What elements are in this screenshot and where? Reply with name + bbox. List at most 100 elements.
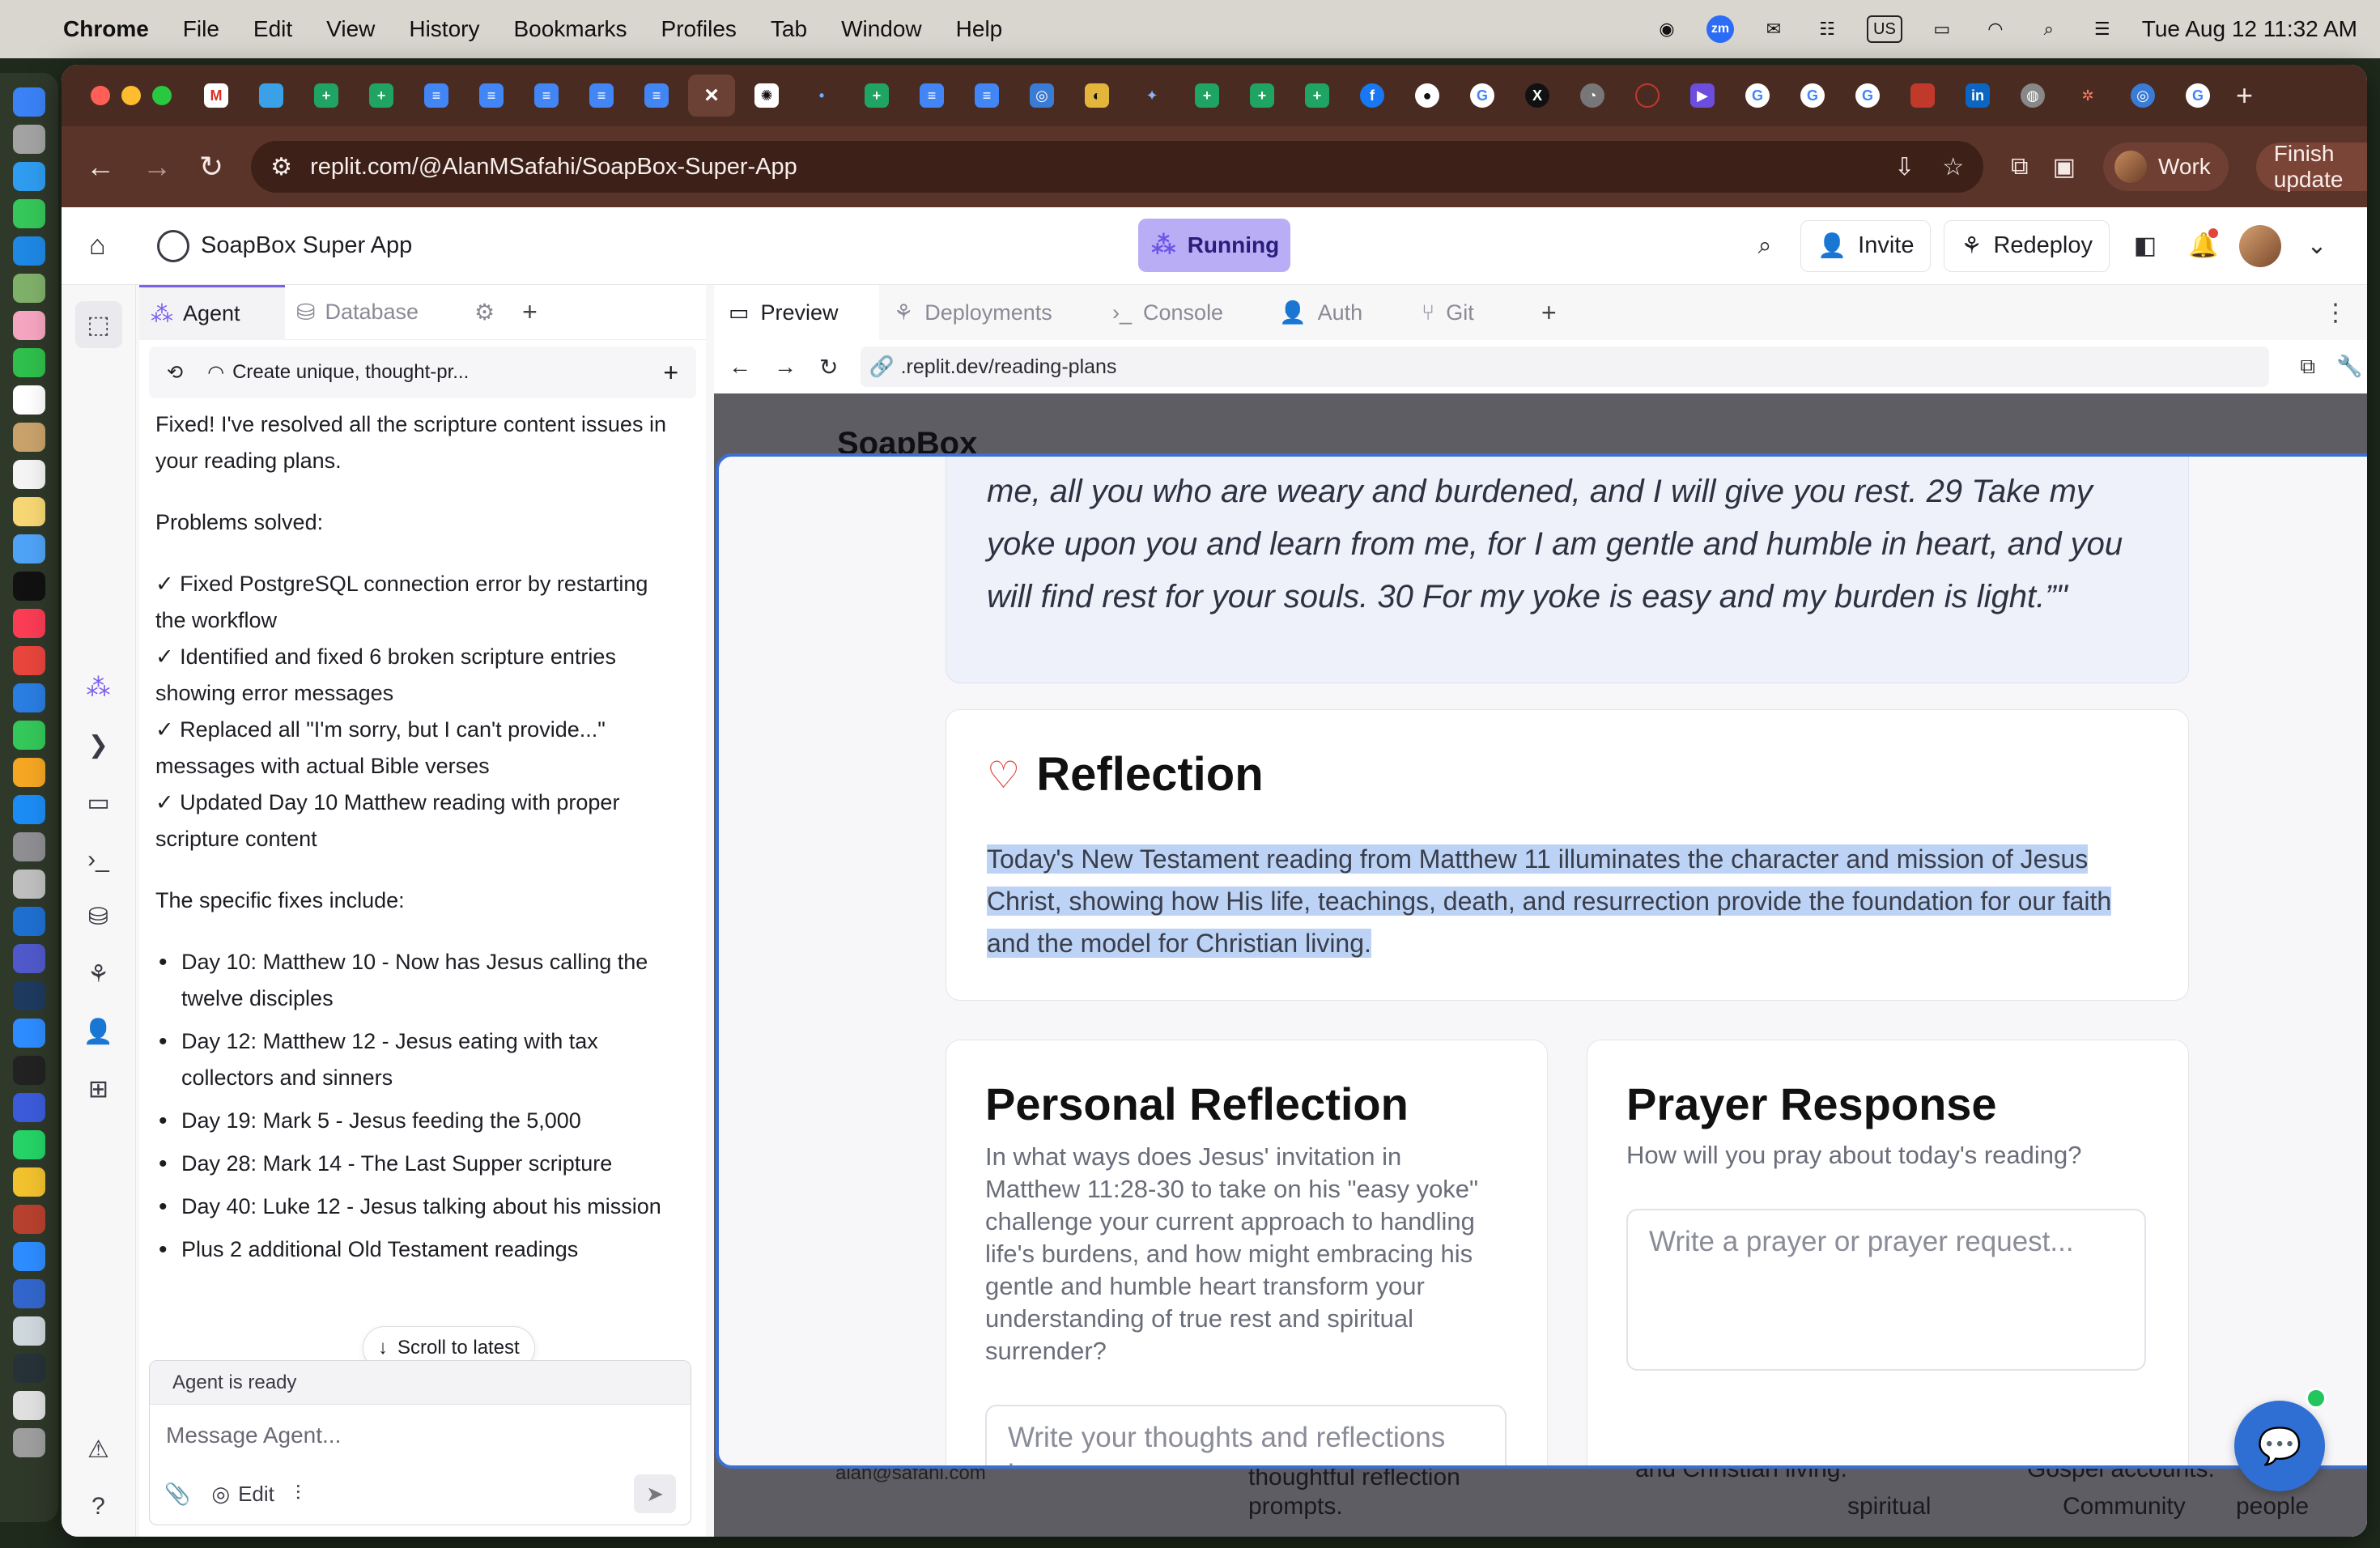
dock-finder-icon[interactable]: [13, 87, 45, 117]
menubar-clock[interactable]: Tue Aug 12 11:32 AM: [2142, 16, 2357, 42]
add-pane-tab-icon[interactable]: +: [1541, 298, 1557, 328]
minimize-window-button[interactable]: [121, 86, 141, 105]
tab-site[interactable]: ◔: [1569, 74, 1616, 117]
settings-sliders-icon[interactable]: ⫶: [295, 1481, 301, 1507]
tab-linkedin[interactable]: in: [1954, 74, 2001, 117]
tab-app[interactable]: ◐: [1073, 74, 1120, 117]
menu-window[interactable]: Window: [841, 16, 922, 42]
edit-mode-button[interactable]: ◎ Edit: [211, 1482, 274, 1507]
tab-sheets[interactable]: +: [1184, 74, 1230, 117]
reading-detail-modal[interactable]: me, all you who are weary and burdened, …: [716, 453, 2367, 1469]
running-status-button[interactable]: ⁂ Running: [1138, 219, 1290, 272]
tab-settings[interactable]: ⚙: [463, 285, 506, 340]
dock-facetime-icon[interactable]: [13, 348, 45, 377]
dock-signal-icon[interactable]: [13, 1093, 45, 1122]
tab-sheets[interactable]: +: [853, 74, 900, 117]
tab-site[interactable]: [1624, 74, 1671, 117]
menu-tab[interactable]: Tab: [771, 16, 807, 42]
dock-safari-icon[interactable]: [13, 162, 45, 191]
menu-profiles[interactable]: Profiles: [661, 16, 737, 42]
tab-agent[interactable]: ⁂ Agent: [139, 284, 285, 340]
panels-toggle-icon[interactable]: ◧: [2123, 223, 2168, 269]
reload-icon[interactable]: ↻: [199, 150, 223, 184]
chevron-down-icon[interactable]: ⌄: [2294, 223, 2340, 269]
prayer-textarea[interactable]: Write a prayer or prayer request...: [1626, 1209, 2146, 1371]
deployments-tool-icon[interactable]: ⚘: [87, 960, 109, 989]
agent-tool-icon[interactable]: ⁂: [87, 674, 111, 702]
install-app-icon[interactable]: ⇩: [1894, 153, 1915, 181]
input-source-indicator[interactable]: US: [1867, 15, 1902, 43]
preview-url-field[interactable]: 🔗 .replit.dev/reading-plans: [861, 347, 2270, 387]
dock-settings-icon[interactable]: [13, 832, 45, 861]
tab-docs[interactable]: ≡: [963, 74, 1010, 117]
history-icon[interactable]: ⟲: [167, 361, 183, 385]
reflection-textarea[interactable]: Write your thoughts and reflections here…: [985, 1405, 1507, 1465]
profile-button[interactable]: Work: [2102, 142, 2229, 191]
dock-news-icon[interactable]: [13, 646, 45, 675]
tab-deployments[interactable]: ⚘ Deployments: [879, 285, 1098, 340]
tab-docs[interactable]: ≡: [468, 74, 515, 117]
tab-hubspot[interactable]: ✲: [2064, 74, 2111, 117]
message-input[interactable]: Message Agent...: [150, 1405, 691, 1466]
console-tool-icon[interactable]: ›_: [87, 846, 109, 874]
preview-back-icon[interactable]: ←: [729, 354, 751, 380]
pane-menu-icon[interactable]: ⋮: [2323, 299, 2348, 327]
dock-reminders-icon[interactable]: [13, 460, 45, 489]
tab-docs[interactable]: ≡: [578, 74, 625, 117]
dock-launchpad-icon[interactable]: [13, 125, 45, 154]
dock-zoom-icon[interactable]: [13, 1242, 45, 1271]
dock-downloads-icon[interactable]: [13, 1354, 45, 1383]
tab-google[interactable]: G: [1459, 74, 1506, 117]
spotlight-search-icon[interactable]: ⌕: [2035, 15, 2063, 43]
database-tool-icon[interactable]: ⛁: [88, 903, 108, 931]
tab-app[interactable]: ◎: [2119, 74, 2166, 117]
tab-github[interactable]: ●: [1404, 74, 1451, 117]
tab-google[interactable]: G: [1789, 74, 1836, 117]
close-tab-icon[interactable]: ×: [699, 82, 724, 108]
user-avatar[interactable]: [2239, 224, 2281, 267]
tab-site[interactable]: [1899, 74, 1946, 117]
attach-icon[interactable]: 📎: [164, 1482, 190, 1507]
dock-keynote-icon[interactable]: [13, 683, 45, 712]
dock-screenshot-icon[interactable]: [13, 1316, 45, 1346]
dock-maps-icon[interactable]: [13, 274, 45, 303]
tab-git[interactable]: ⑂ Git: [1407, 285, 1528, 340]
menu-help[interactable]: Help: [956, 16, 1003, 42]
tab-docs[interactable]: ≡: [633, 74, 680, 117]
preview-reload-icon[interactable]: ↻: [819, 354, 838, 381]
menu-view[interactable]: View: [326, 16, 375, 42]
wifi-icon[interactable]: ◠: [1982, 15, 2009, 43]
bookmark-star-icon[interactable]: ☆: [1942, 153, 1964, 181]
tab-active-close[interactable]: ×: [688, 74, 735, 117]
redeploy-button[interactable]: ⚘ Redeploy: [1944, 219, 2110, 272]
teams-icon[interactable]: ☷: [1813, 15, 1841, 43]
tab-gmail[interactable]: M: [193, 74, 240, 117]
tab-facebook[interactable]: f: [1349, 74, 1396, 117]
tab-docs[interactable]: ≡: [908, 74, 955, 117]
menu-history[interactable]: History: [409, 16, 479, 42]
add-tab-icon[interactable]: +: [522, 297, 538, 327]
forward-icon[interactable]: →: [142, 150, 172, 184]
tab-chatgpt[interactable]: ✺: [743, 74, 790, 117]
dock-outlook-icon[interactable]: [13, 907, 45, 936]
home-icon[interactable]: ⌂: [89, 230, 138, 262]
dock-tv-icon[interactable]: [13, 572, 45, 601]
dock-contacts-icon[interactable]: [13, 423, 45, 452]
tab-sheets[interactable]: +: [303, 74, 350, 117]
dock-1password-icon[interactable]: [13, 1279, 45, 1308]
close-window-button[interactable]: [91, 86, 110, 105]
back-icon[interactable]: ←: [86, 150, 115, 184]
screen-mirror-icon[interactable]: ◉: [1653, 15, 1681, 43]
menu-file[interactable]: File: [183, 16, 219, 42]
tab-app[interactable]: [248, 74, 295, 117]
address-bar[interactable]: ⚙ replit.com/@AlanMSafahi/SoapBox-Super-…: [251, 141, 1984, 193]
dock-notes-icon[interactable]: [13, 497, 45, 526]
search-icon[interactable]: ⌕: [1742, 223, 1787, 269]
menu-edit[interactable]: Edit: [253, 16, 292, 42]
tab-auth[interactable]: 👤 Auth: [1264, 285, 1407, 340]
all-tools-icon[interactable]: ⊞: [88, 1075, 108, 1104]
dock-teams-icon[interactable]: [13, 944, 45, 973]
new-chat-icon[interactable]: +: [663, 358, 678, 388]
auth-tool-icon[interactable]: 👤: [83, 1018, 113, 1046]
dock-remote-desktop-icon[interactable]: [13, 981, 45, 1010]
